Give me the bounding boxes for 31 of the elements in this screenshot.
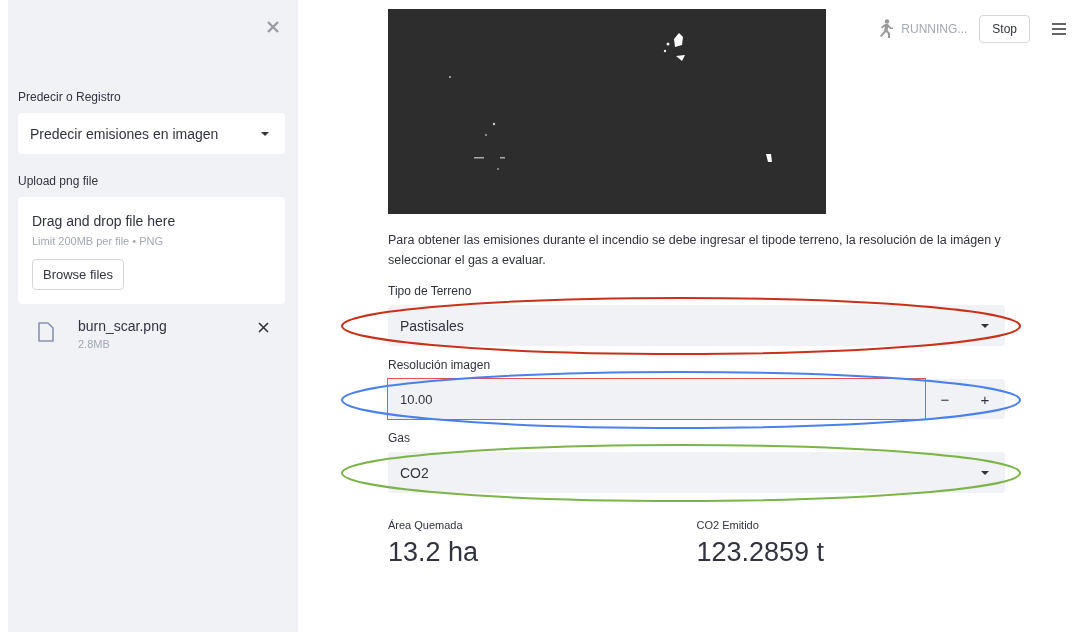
- file-size: 2.8MB: [78, 338, 111, 350]
- metric-value: 123.2859 t: [696, 537, 826, 568]
- field-label: Tipo de Terreno: [388, 284, 473, 298]
- field-label: Gas: [388, 431, 411, 445]
- dropdown-field[interactable]: CO2: [388, 452, 1005, 493]
- decrement-button[interactable]: −: [925, 379, 965, 419]
- dropdown-field[interactable]: Pastisales: [388, 305, 1005, 346]
- caret-icon: [981, 323, 989, 328]
- mode-select[interactable]: Predecir emisiones en imagen: [18, 113, 285, 154]
- number-input[interactable]: 10.00: [388, 379, 925, 419]
- select-label: Predecir o Registro: [18, 90, 122, 104]
- dropzone-hint: Limit 200MB per file • PNG: [32, 235, 163, 247]
- dropzone[interactable]: Drag and drop file here Limit 200MB per file • PNG Browse files: [18, 197, 285, 304]
- description-text: Para obtener las emisiones durante el incendio se debe ingresar el tipode terreno, la resolución de la imágen y seleccionar el gas a evaluar.: [388, 232, 1002, 269]
- metric-value: 13.2 ha: [388, 537, 480, 568]
- running-status: RUNNING...: [901, 22, 968, 36]
- uploader-label: Upload png file: [18, 174, 100, 188]
- metric-label: Área Quemada: [388, 519, 464, 531]
- file-icon: [38, 322, 54, 342]
- stop-button[interactable]: Stop: [979, 15, 1030, 43]
- caret-icon: [981, 470, 989, 475]
- field-label: Resolución imagen: [388, 358, 492, 372]
- menu-icon[interactable]: [1052, 23, 1066, 35]
- running-figure-icon: [877, 19, 894, 39]
- browse-button[interactable]: Browse files: [32, 259, 125, 290]
- metric-label: CO2 Emitido: [696, 519, 760, 531]
- dropzone-title: Drag and drop file here: [32, 213, 176, 229]
- caret-icon: [261, 131, 269, 136]
- file-name: burn_scar.png: [78, 318, 168, 334]
- remove-icon[interactable]: [258, 322, 269, 333]
- increment-button[interactable]: +: [965, 379, 1005, 419]
